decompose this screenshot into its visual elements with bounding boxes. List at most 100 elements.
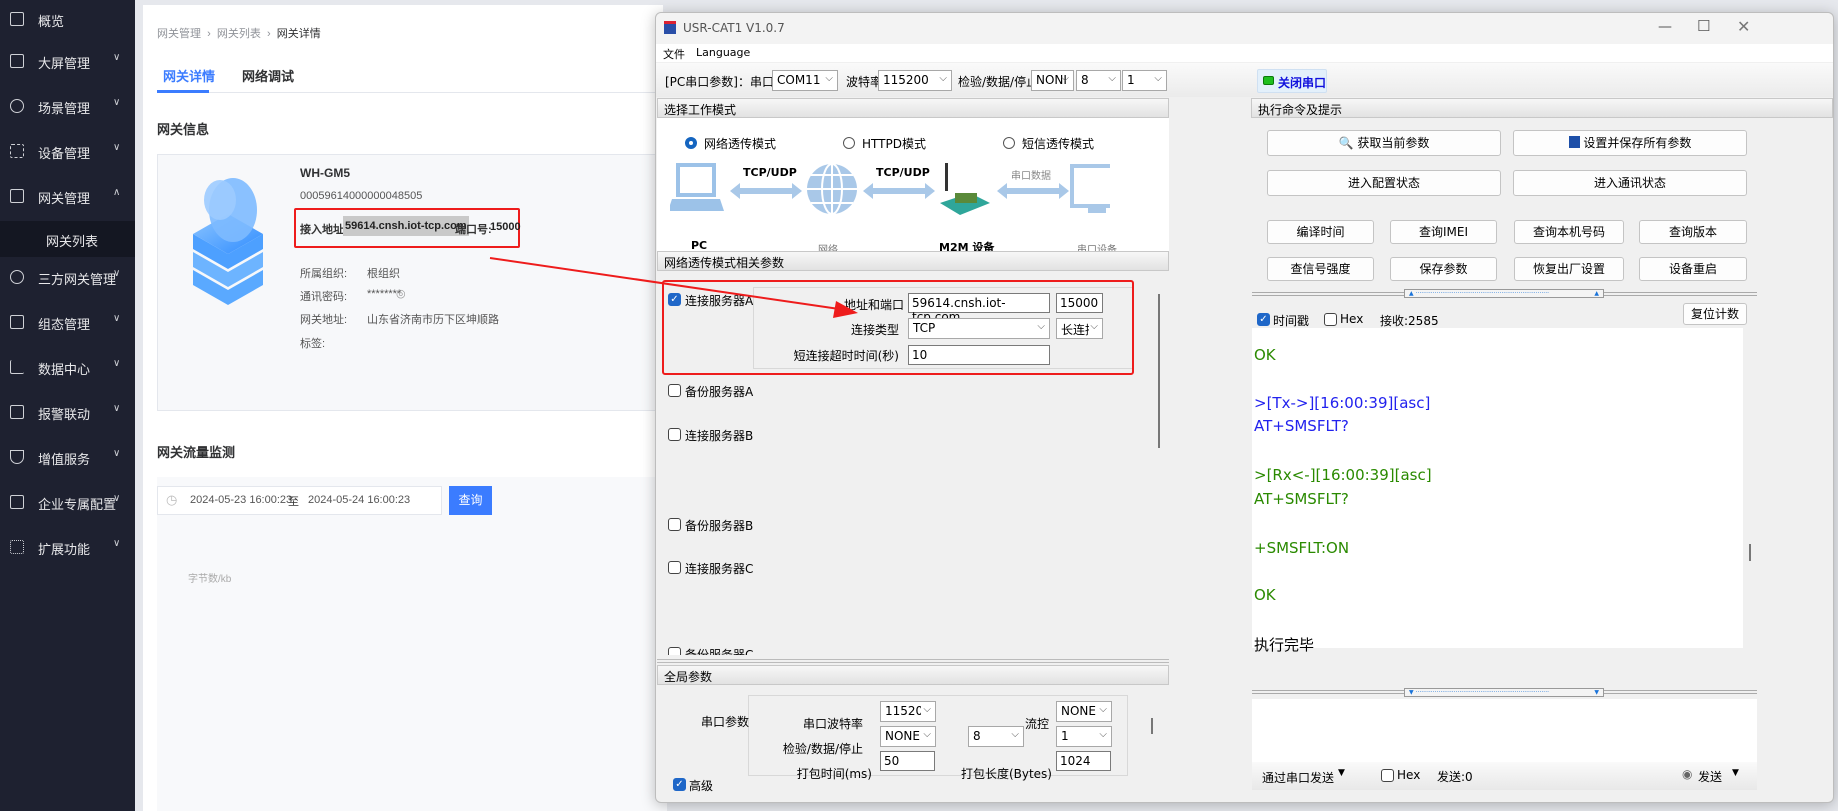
tab-gateway-detail[interactable]: 网关详情 xyxy=(163,66,215,85)
data-bits-select[interactable]: 8 ⌵ xyxy=(1076,70,1121,91)
backup-a-checkbox[interactable] xyxy=(668,384,681,397)
nav-big-screen[interactable]: 大屏管理 ∨ xyxy=(0,42,135,82)
pack-len-input[interactable]: 1024 xyxy=(1056,751,1111,771)
gateway-serial: 00059614000000048505 xyxy=(300,190,423,202)
server-address-input[interactable]: 59614.cnsh.iot-tcp.com xyxy=(908,293,1050,324)
conn-type-select[interactable]: TCP ⌵ xyxy=(908,318,1050,339)
splitter[interactable] xyxy=(657,659,1169,663)
nav-scene[interactable]: 场景管理 ∨ xyxy=(0,87,135,127)
pack-time-input[interactable]: 50 xyxy=(880,751,935,771)
backup-b-checkbox[interactable] xyxy=(668,518,681,531)
close-port-button[interactable]: 关闭串口 xyxy=(1257,69,1327,93)
clock-icon: ◷ xyxy=(166,492,178,507)
baud-select[interactable]: 115200 ⌵ xyxy=(878,70,952,91)
compile-time-button[interactable]: 编译时间 xyxy=(1267,220,1374,244)
reboot-button[interactable]: 设备重启 xyxy=(1639,257,1747,281)
send-button[interactable]: 发送 xyxy=(1698,768,1722,785)
global-baud-select[interactable]: 115200⌵ xyxy=(880,701,936,722)
password-label: 通讯密码: xyxy=(300,291,348,303)
query-version-button[interactable]: 查询版本 xyxy=(1639,220,1747,244)
log-line: AT+SMSFLT? xyxy=(1254,490,1349,508)
nav-overview[interactable]: 概览 xyxy=(0,0,135,40)
baud-label: 波特率 xyxy=(846,75,883,89)
nav-gateway-list[interactable]: 网关列表 xyxy=(0,221,135,257)
receive-log[interactable]: OK >[Tx->][16:00:39][asc] AT+SMSFLT? >[R… xyxy=(1252,328,1743,654)
access-address[interactable]: 59614.cnsh.iot-tcp.com xyxy=(343,216,469,236)
breadcrumb-item[interactable]: 网关管理 xyxy=(157,28,201,40)
enter-config-button[interactable]: 进入配置状态 xyxy=(1267,170,1501,196)
global-stop-select[interactable]: 1 ⌵ xyxy=(1056,726,1112,747)
nav-enterprise[interactable]: 企业专属配置 ∨ xyxy=(0,483,135,523)
query-imei-button[interactable]: 查询IMEI xyxy=(1390,220,1497,244)
query-number-button[interactable]: 查询本机号码 xyxy=(1514,220,1624,244)
recv-hex-checkbox[interactable] xyxy=(1324,313,1337,326)
factory-reset-button[interactable]: 恢复出厂设置 xyxy=(1514,257,1624,281)
radio-sms-mode[interactable] xyxy=(1003,137,1015,149)
query-button[interactable]: 查询 xyxy=(449,486,492,515)
server-a-checkbox[interactable]: ✓ xyxy=(668,293,681,306)
maximize-icon[interactable]: ☐ xyxy=(1697,17,1710,35)
sidebar: 概览 大屏管理 ∨ 场景管理 ∨ 设备管理 ∨ 网关管理 ∧ 网关列表 三方网关管理 ∨ … xyxy=(0,0,135,811)
splitter-handle[interactable]: ▼ ······································… xyxy=(1404,688,1604,697)
tab-network-debug[interactable]: 网络调试 xyxy=(242,66,294,85)
splitter-handle[interactable]: ▲ ······································… xyxy=(1404,289,1604,298)
nav-data[interactable]: 数据中心 ∨ xyxy=(0,348,135,388)
flow-select[interactable]: NONE ⌵ xyxy=(1056,701,1112,722)
nav-device[interactable]: 设备管理 ∨ xyxy=(0,132,135,172)
conn-mode-select[interactable]: 长连接⌵ xyxy=(1056,318,1103,339)
send-toolbar: 通过串口发送 ▼ Hex 发送:0 ◉ 发送 ▼ xyxy=(1252,762,1757,790)
send-hex-checkbox[interactable] xyxy=(1381,769,1394,782)
params-scrollbar[interactable] xyxy=(1158,294,1160,448)
nav-gateway[interactable]: 网关管理 ∧ xyxy=(0,177,135,217)
get-params-button[interactable]: 🔍 获取当前参数 xyxy=(1267,130,1501,156)
minimize-icon[interactable]: — xyxy=(1658,19,1672,35)
third-party-icon xyxy=(10,270,24,284)
global-scrollbar[interactable] xyxy=(1151,718,1153,734)
server-b-checkbox[interactable] xyxy=(668,428,681,441)
send-input[interactable] xyxy=(1252,699,1757,762)
radio-network-mode[interactable] xyxy=(685,137,697,149)
date-range-picker[interactable]: ◷ 2024-05-23 16:00:23 至 2024-05-24 16:00… xyxy=(157,486,442,515)
log-scrollbar[interactable] xyxy=(1749,544,1751,561)
timeout-input[interactable]: 10 xyxy=(908,345,1050,365)
advanced-checkbox[interactable]: ✓ xyxy=(673,778,686,791)
nav-third-party[interactable]: 三方网关管理 ∨ xyxy=(0,258,135,298)
nav-extensions[interactable]: 扩展功能 ∨ xyxy=(0,528,135,568)
nav-value-added[interactable]: 增值服务 ∨ xyxy=(0,438,135,478)
tab-divider xyxy=(157,92,667,93)
server-label: 备份服务器A xyxy=(685,385,754,399)
save-all-button[interactable]: 设置并保存所有参数 xyxy=(1513,130,1747,156)
global-data-value: 8 xyxy=(973,729,981,743)
nav-config[interactable]: 组态管理 ∨ xyxy=(0,303,135,343)
save-params-button[interactable]: 保存参数 xyxy=(1390,257,1497,281)
eye-icon[interactable]: ◎ xyxy=(396,287,406,300)
server-c-checkbox[interactable] xyxy=(668,561,681,574)
log-line: +SMSFLT:ON xyxy=(1254,539,1350,557)
menu-language[interactable]: Language xyxy=(696,46,750,59)
toolbar: [PC串口参数]：串口号 COM11 ⌵ 波特率 115200 ⌵ 检验/数据/停止… xyxy=(656,63,1833,97)
send-via-dropdown[interactable]: 通过串口发送 xyxy=(1262,769,1334,786)
start-date[interactable]: 2024-05-23 16:00:23 xyxy=(190,494,292,506)
global-parity-select[interactable]: NONE ⌵ xyxy=(880,726,936,747)
stop-bits-select[interactable]: 1 ⌵ xyxy=(1122,70,1167,91)
arrow-icon xyxy=(863,183,935,199)
breadcrumb-item[interactable]: 网关列表 xyxy=(217,28,261,40)
nav-alarm[interactable]: 报警联动 ∨ xyxy=(0,393,135,433)
parity-select[interactable]: NONI ⌵ xyxy=(1031,70,1074,91)
port-select[interactable]: COM11 ⌵ xyxy=(772,70,838,91)
send-dropdown-icon[interactable]: ▼ xyxy=(1732,768,1739,778)
reset-count-button[interactable]: 复位计数 xyxy=(1683,303,1747,325)
range-separator: 至 xyxy=(288,496,299,508)
close-icon[interactable]: ✕ xyxy=(1737,17,1750,36)
end-date[interactable]: 2024-05-24 16:00:23 xyxy=(308,494,410,506)
signal-strength-button[interactable]: 查信号强度 xyxy=(1267,257,1374,281)
enter-comm-button[interactable]: 进入通讯状态 xyxy=(1513,170,1747,196)
backup-c-checkbox[interactable] xyxy=(668,647,681,655)
menu-file[interactable]: 文件 xyxy=(663,46,685,62)
chevron-down-icon: ⌵ xyxy=(939,73,947,84)
global-data-select[interactable]: 8 ⌵ xyxy=(968,726,1024,747)
timestamp-checkbox[interactable]: ✓ xyxy=(1257,313,1270,326)
radio-httpd-mode[interactable] xyxy=(843,137,855,149)
server-port-input[interactable]: 15000 xyxy=(1056,293,1103,313)
advanced-label: 高级 xyxy=(689,779,714,793)
